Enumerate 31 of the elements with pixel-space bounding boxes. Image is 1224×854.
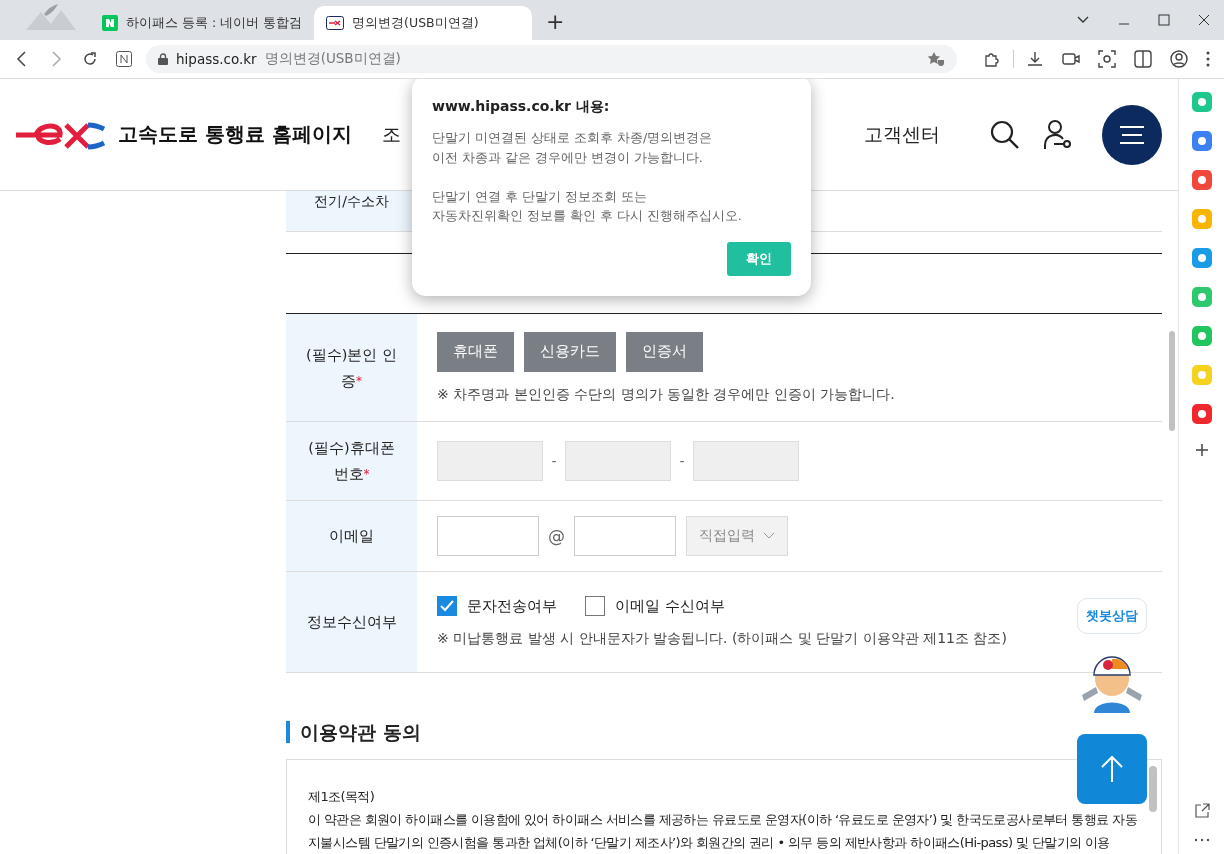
row-label: 전기/수소차	[313, 193, 390, 211]
note-text: ※ 미납통행료 발생 시 안내문자가 발송됩니다. (하이패스 및 단말기 이용약관 제11조 참조)	[437, 630, 1008, 648]
browser-tab[interactable]: 명의변경(USB미연결)	[314, 6, 533, 40]
auth-method-button[interactable]: 인증서	[626, 331, 703, 372]
field-label: (필수)휴대폰번호*	[307, 439, 396, 484]
site-title[interactable]: 고속도로 통행료 홈페이지	[118, 121, 368, 148]
field-label: 정보수신여부	[306, 613, 397, 632]
field-label: (필수)본인 인증*	[305, 345, 398, 391]
note-text: ※ 차주명과 본인인증 수단의 명의가 동일한 경우에만 인증이 가능합니다.	[437, 385, 896, 404]
section-heading: 이용약관 동의	[300, 720, 421, 744]
dialog-title: www.hipass.co.kr 내용:	[432, 98, 611, 116]
nav-link[interactable]: 조	[382, 121, 401, 148]
separator-text: -	[550, 453, 558, 469]
new-tab-button[interactable]: +	[546, 9, 565, 34]
dialog-message: 이전 차종과 같은 경우에만 변경이 가능합니다.	[432, 149, 703, 165]
address-bar[interactable]: hipass.co.kr 명의변경(USB미연결)	[146, 45, 957, 73]
article-title: 제1조(목적)	[308, 788, 375, 806]
at-sign: @	[548, 526, 565, 546]
separator-text: -	[678, 453, 686, 469]
browser-tab[interactable]: 하이패스 등록 : 네이버 통합검	[90, 6, 315, 40]
dialog-message: 자동차진위확인 정보를 확인 후 다시 진행해주십시오.	[432, 208, 742, 223]
dialog-message: 단말기 미연결된 상태로 조회후 차종/명의변경은	[432, 130, 713, 145]
checkbox-label[interactable]: 이메일 수신여부	[615, 596, 725, 616]
field-label: 이메일	[329, 527, 374, 546]
checkbox-label[interactable]: 문자전송여부	[467, 596, 557, 616]
nav-link[interactable]: 고객센터	[864, 121, 940, 148]
chatbot-bubble[interactable]: 챗봇상담	[1077, 598, 1147, 634]
auth-method-button[interactable]: 휴대폰	[437, 331, 514, 372]
auth-method-button[interactable]: 신용카드	[524, 331, 616, 372]
terms-text: 이 약관은 회원이 하이패스를 이용함에 있어 하이패스 서비스를 제공하는 유료도로 운영자(이하 ‘유료도로 운영자’) 및 한국도로공사로부터 통행료 자동지불시스템 단말기의 인증시험을 통과한 업체(이하 ‘단말기 제조사’)와 회원간의 권리 • 의무 등의 제반사항과 하이패스(Hi-pass) 및 단말기의 이용	[308, 811, 1137, 852]
dialog-message: 단말기 연결 후 단말기 정보조회 또는	[432, 188, 647, 204]
